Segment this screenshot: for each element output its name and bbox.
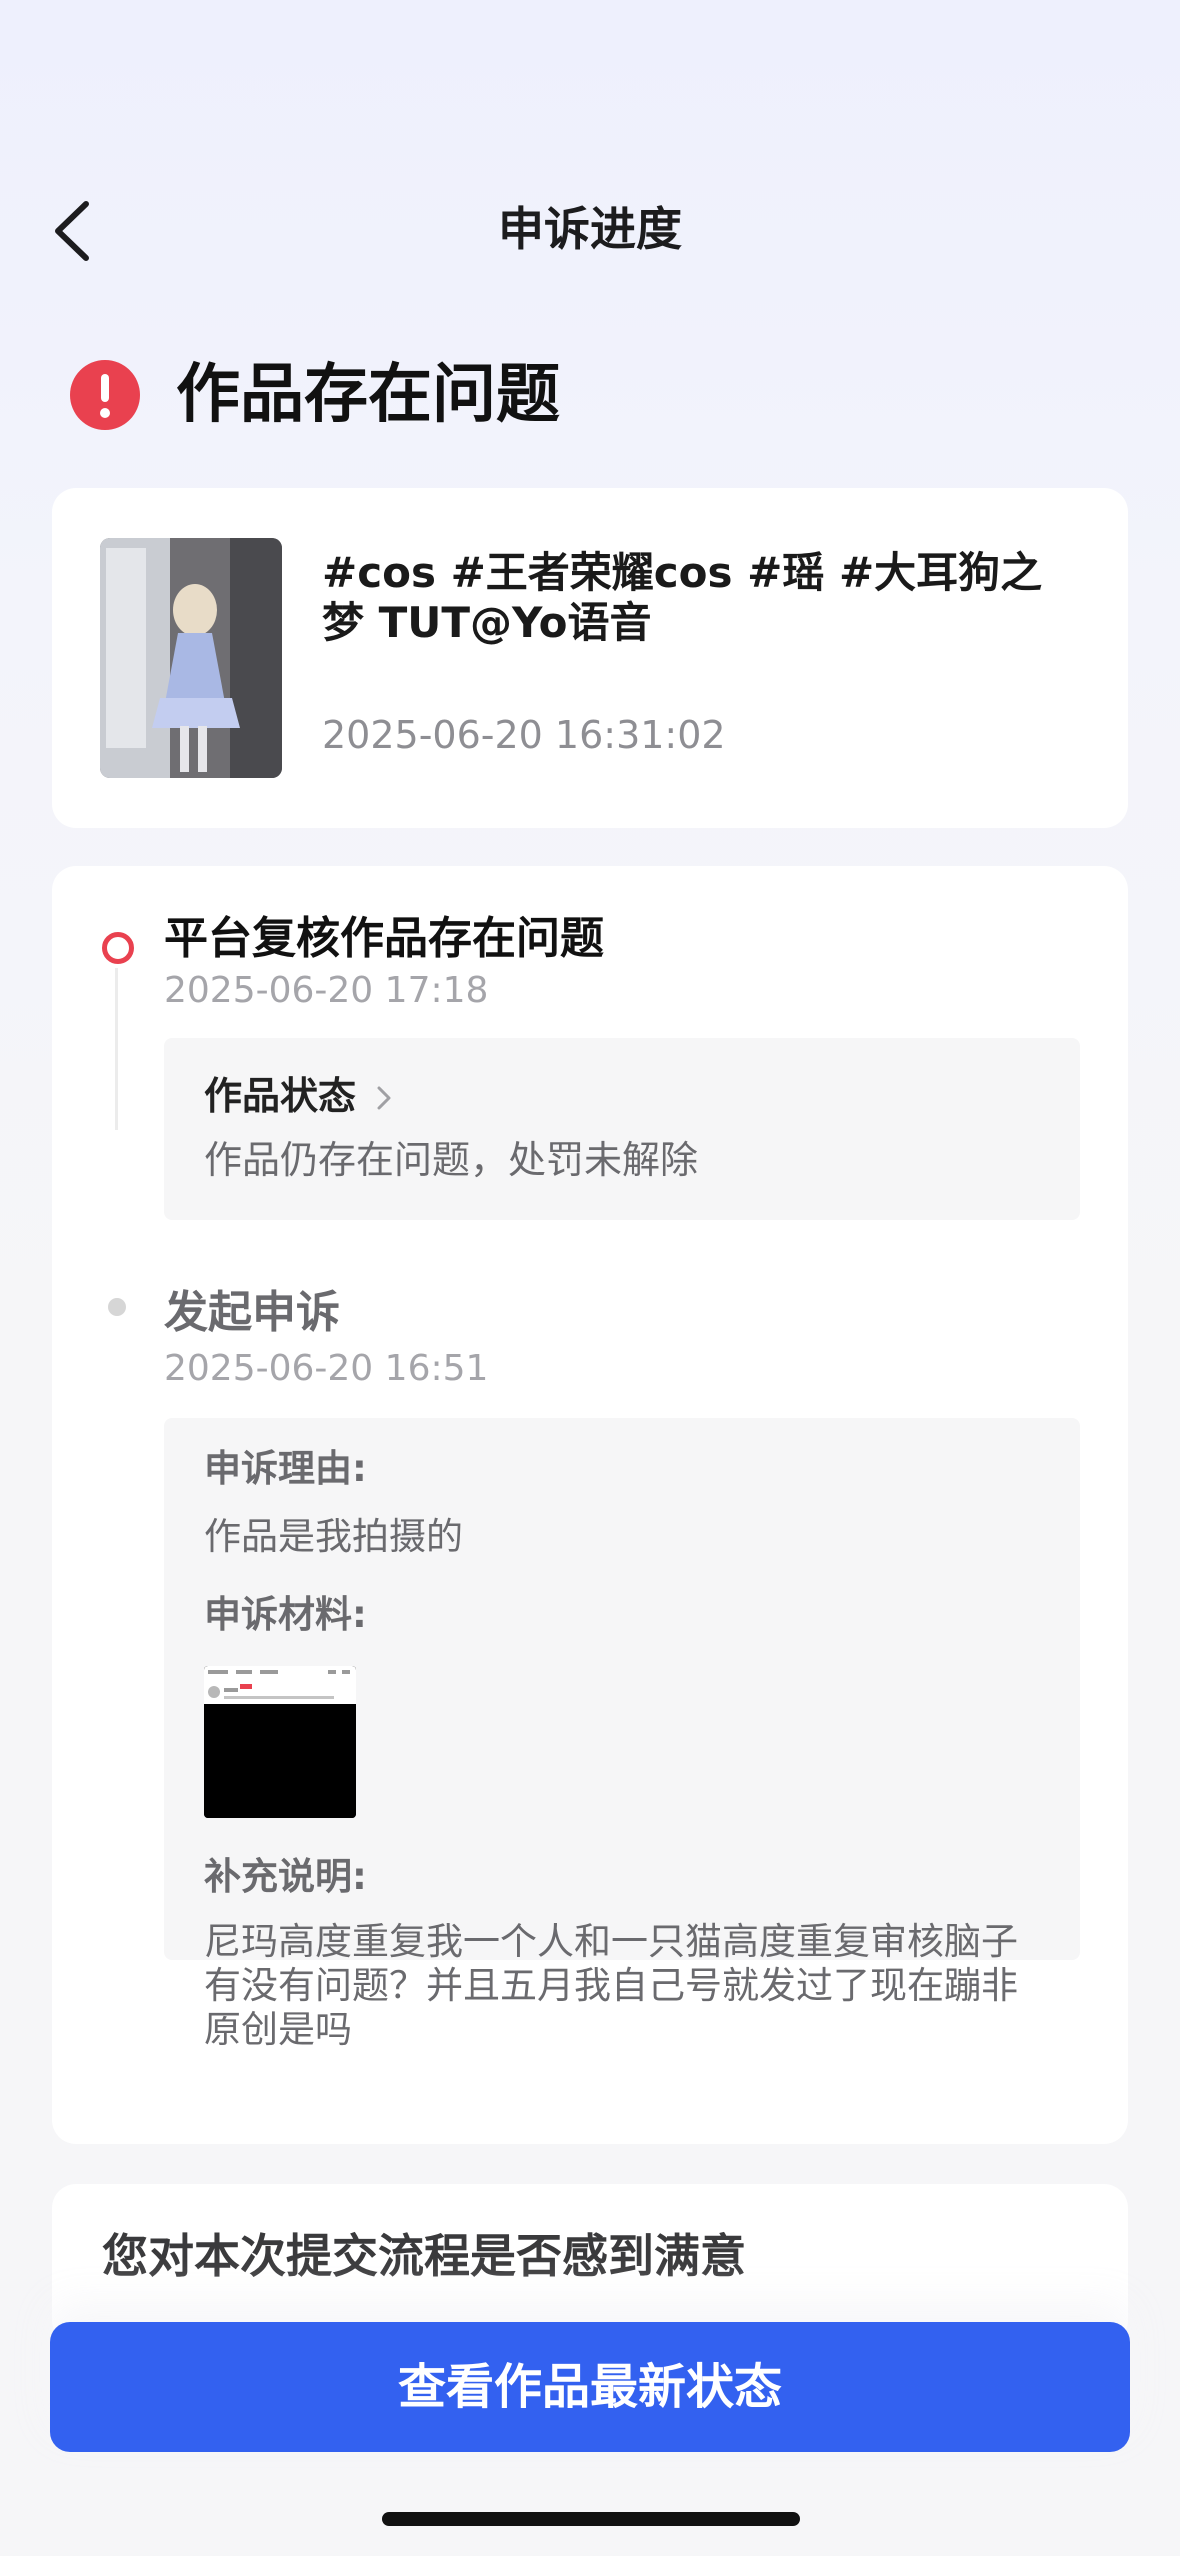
appeal-note-text: 尼玛高度重复我一个人和一只猫高度重复审核脑子有没有问题？并且五月我自己号就发过了… (204, 1920, 1018, 2051)
survey-card: 您对本次提交流程是否感到满意 (52, 2184, 1128, 2344)
work-status-box[interactable]: 作品状态 作品仍存在问题，处罚未解除 (164, 1038, 1080, 1220)
step-appeal-title: 发起申诉 (164, 1287, 340, 1338)
appeal-detail-box: 申诉理由: 作品是我拍摄的 申诉材料: 补充说明: 尼玛高度重复我一个人和一只猫… (164, 1418, 1080, 2051)
view-latest-status-button[interactable]: 查看作品最新状态 (50, 2322, 1130, 2452)
step-review-title: 平台复核作品存在问题 (164, 913, 604, 964)
timeline-line (115, 968, 118, 1130)
page-title: 申诉进度 (498, 202, 682, 256)
timeline-card: 平台复核作品存在问题 2025-06-20 17:18 作品状态 作品仍存在问题… (52, 866, 1128, 2144)
appeal-material-image[interactable] (204, 1666, 356, 1818)
work-status-text: 作品仍存在问题，处罚未解除 (204, 1138, 699, 1182)
work-thumbnail[interactable] (100, 538, 282, 778)
alert-circle-icon (70, 360, 140, 430)
appeal-material-label: 申诉材料: (204, 1593, 367, 1636)
status-title: 作品存在问题 (176, 358, 560, 432)
appeal-reason-text: 作品是我拍摄的 (204, 1515, 463, 1558)
step-review-time: 2025-06-20 17:18 (164, 970, 489, 1011)
work-status-label[interactable]: 作品状态 (204, 1068, 356, 1124)
appeal-reason-label: 申诉理由: (204, 1447, 367, 1490)
work-timestamp: 2025-06-20 16:31:02 (322, 713, 726, 757)
work-card[interactable]: #cos #王者荣耀cos #瑶 #大耳狗之梦 TUT@Yo语音 2025-06… (52, 488, 1128, 828)
timeline-dot (108, 1298, 126, 1316)
step-appeal-time: 2025-06-20 16:51 (164, 1348, 489, 1389)
timeline-dot-active (102, 932, 134, 964)
appeal-note-label: 补充说明: (204, 1855, 367, 1898)
chevron-right-icon[interactable] (374, 1084, 394, 1112)
work-title: #cos #王者荣耀cos #瑶 #大耳狗之梦 TUT@Yo语音 (322, 548, 1043, 647)
home-indicator[interactable] (382, 2512, 800, 2526)
survey-question: 您对本次提交流程是否感到满意 (102, 2229, 746, 2283)
